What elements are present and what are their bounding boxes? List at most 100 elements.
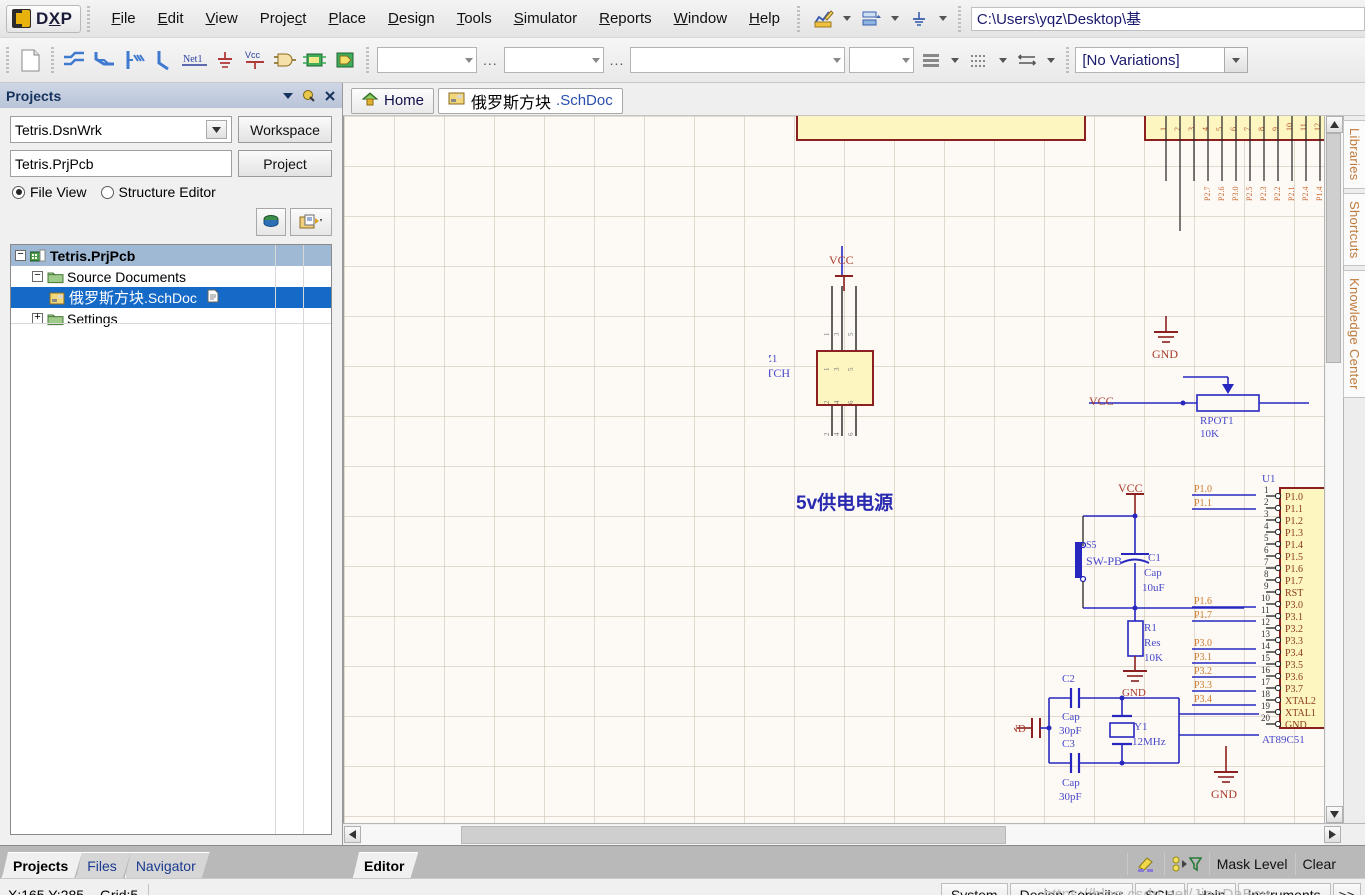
panel-tab-projects[interactable]: Projects xyxy=(2,852,82,878)
scope-combo[interactable] xyxy=(849,47,914,73)
menu-item-project[interactable]: Project xyxy=(249,5,318,32)
menu-item-help[interactable]: Help xyxy=(738,5,791,32)
tree-expander-minus-icon-2[interactable]: − xyxy=(32,271,43,282)
clear-button[interactable]: Clear xyxy=(1295,853,1343,875)
scroll-down-button[interactable] xyxy=(1326,806,1343,823)
workspace-dropdown-icon[interactable] xyxy=(206,120,227,139)
place-wire-icon[interactable] xyxy=(60,44,90,76)
project-button[interactable]: Project xyxy=(238,150,332,177)
vscroll-track[interactable] xyxy=(1326,133,1343,806)
net-class-combo[interactable] xyxy=(504,47,604,73)
tree-expander-plus-icon[interactable]: + xyxy=(32,313,43,324)
menu-item-window[interactable]: Window xyxy=(663,5,738,32)
menu-item-view[interactable]: View xyxy=(195,5,249,32)
menu-item-design[interactable]: Design xyxy=(377,5,446,32)
place-vcc-port-icon[interactable]: Vcc xyxy=(240,44,270,76)
menu-drag-grip[interactable] xyxy=(85,6,92,32)
dxp-menu-button[interactable]: DXP xyxy=(6,5,81,33)
project-options-icon[interactable] xyxy=(256,208,286,236)
distribute-horizontal-icon[interactable] xyxy=(1012,44,1042,76)
toolbar-drag-grip-2[interactable] xyxy=(795,6,802,32)
workspace-combo[interactable]: Tetris.DsnWrk xyxy=(10,116,232,143)
document-tab-home[interactable]: Home xyxy=(351,88,434,114)
svg-text:P3.3: P3.3 xyxy=(1194,680,1212,691)
distribute-dropdown-icon[interactable] xyxy=(1047,58,1055,63)
tree-item-settings[interactable]: + Settings xyxy=(11,308,331,329)
align-dashed-dropdown-icon[interactable] xyxy=(999,58,1007,63)
align-rows-icon[interactable] xyxy=(916,44,946,76)
rail-tab-shortcuts[interactable]: Shortcuts xyxy=(1343,193,1365,267)
component-class-combo[interactable] xyxy=(377,47,477,73)
highlighter-icon[interactable] xyxy=(1127,853,1164,875)
pcb-transfer-icon[interactable] xyxy=(858,6,884,32)
rail-tab-knowledge-center[interactable]: Knowledge Center xyxy=(1343,270,1365,398)
place-part-icon[interactable] xyxy=(270,44,300,76)
component-class-browse-button[interactable]: ... xyxy=(479,52,502,68)
rule-combo[interactable] xyxy=(630,47,845,73)
toolbar-grip-2[interactable] xyxy=(49,47,56,73)
place-net-label-icon[interactable]: Net1 xyxy=(180,44,210,76)
place-sheet-entry-icon[interactable] xyxy=(330,44,360,76)
status-button-system[interactable]: System xyxy=(941,883,1008,895)
align-rows-dropdown-icon[interactable] xyxy=(951,58,959,63)
pcb-transfer-dropdown-icon[interactable] xyxy=(891,16,899,21)
file-view-radio[interactable]: File View xyxy=(12,184,87,200)
variations-dropdown-button[interactable] xyxy=(1224,47,1248,73)
canvas-horizontal-scrollbar[interactable] xyxy=(343,823,1365,845)
tree-expander-minus-icon[interactable]: − xyxy=(15,250,26,261)
panel-menu-chevron-down-icon[interactable] xyxy=(279,87,297,105)
menu-item-edit[interactable]: Edit xyxy=(147,5,195,32)
path-drag-grip[interactable] xyxy=(956,6,963,32)
menu-item-simulator[interactable]: Simulator xyxy=(503,5,588,32)
structure-editor-radio[interactable]: Structure Editor xyxy=(101,184,216,200)
annotate-icon[interactable] xyxy=(810,6,836,32)
status-button-more[interactable]: >> xyxy=(1333,883,1361,895)
toolbar-grip-1[interactable] xyxy=(4,47,11,73)
gnd-port-dropdown-icon[interactable] xyxy=(939,16,947,21)
scroll-left-button[interactable] xyxy=(344,826,361,843)
editor-tab-editor[interactable]: Editor xyxy=(353,852,418,878)
project-field[interactable]: Tetris.PrjPcb xyxy=(10,150,232,177)
panel-close-icon[interactable] xyxy=(321,87,339,105)
schematic-canvas[interactable]: 1 2 3 4 5 6 7 8 9 10 11 xyxy=(343,116,1324,823)
mask-filter-icon[interactable] xyxy=(1164,853,1209,875)
menu-item-file[interactable]: File xyxy=(100,5,146,32)
tree-item-schdoc[interactable]: 俄罗斯方块.SchDoc xyxy=(11,287,331,308)
tree-item-source-documents[interactable]: − Source Documents xyxy=(11,266,331,287)
place-bus-icon[interactable] xyxy=(90,44,120,76)
variations-combo[interactable]: [No Variations] xyxy=(1075,47,1225,73)
menu-item-tools[interactable]: Tools xyxy=(446,5,503,32)
panel-tab-navigator[interactable]: Navigator xyxy=(125,852,210,878)
new-document-icon[interactable] xyxy=(15,44,45,76)
hscroll-track[interactable] xyxy=(361,825,1324,845)
tree-item-project[interactable]: − Tetris.PrjPcb xyxy=(11,245,331,266)
panel-tab-files[interactable]: Files xyxy=(76,852,131,878)
align-dashed-icon[interactable] xyxy=(964,44,994,76)
file-path-field[interactable]: C:\Users\yqz\Desktop\基 xyxy=(971,7,1365,31)
menu-item-place[interactable]: Place xyxy=(317,5,377,32)
place-bus-entry-icon[interactable] xyxy=(120,44,150,76)
place-sheet-symbol-icon[interactable] xyxy=(300,44,330,76)
project-tree[interactable]: − Tetris.PrjPcb − xyxy=(10,244,332,835)
open-document-icon[interactable] xyxy=(290,208,332,236)
menu-item-reports[interactable]: Reports xyxy=(588,5,663,32)
gnd-port-icon[interactable] xyxy=(906,6,932,32)
vscroll-thumb[interactable] xyxy=(1326,133,1341,363)
toolbar-grip-3[interactable] xyxy=(364,47,371,73)
scroll-up-button[interactable] xyxy=(1326,116,1343,133)
document-tab-bar: Home 俄罗斯方块.SchDoc xyxy=(343,83,1365,116)
net-class-browse-button[interactable]: ... xyxy=(606,52,629,68)
place-gnd-port-icon[interactable] xyxy=(210,44,240,76)
panel-pin-icon[interactable] xyxy=(300,87,318,105)
scroll-right-button[interactable] xyxy=(1324,826,1341,843)
document-tab-schdoc[interactable]: 俄罗斯方块.SchDoc xyxy=(438,88,623,114)
component-top-left-chip[interactable] xyxy=(796,116,1086,141)
mask-level-button[interactable]: Mask Level xyxy=(1209,853,1295,875)
workspace-button[interactable]: Workspace xyxy=(238,116,332,143)
place-net-line-icon[interactable] xyxy=(150,44,180,76)
hscroll-thumb[interactable] xyxy=(461,826,1006,844)
rail-tab-libraries[interactable]: Libraries xyxy=(1343,120,1365,189)
toolbar-grip-4[interactable] xyxy=(1064,47,1071,73)
canvas-vertical-scrollbar[interactable] xyxy=(1324,116,1343,823)
annotate-dropdown-icon[interactable] xyxy=(843,16,851,21)
